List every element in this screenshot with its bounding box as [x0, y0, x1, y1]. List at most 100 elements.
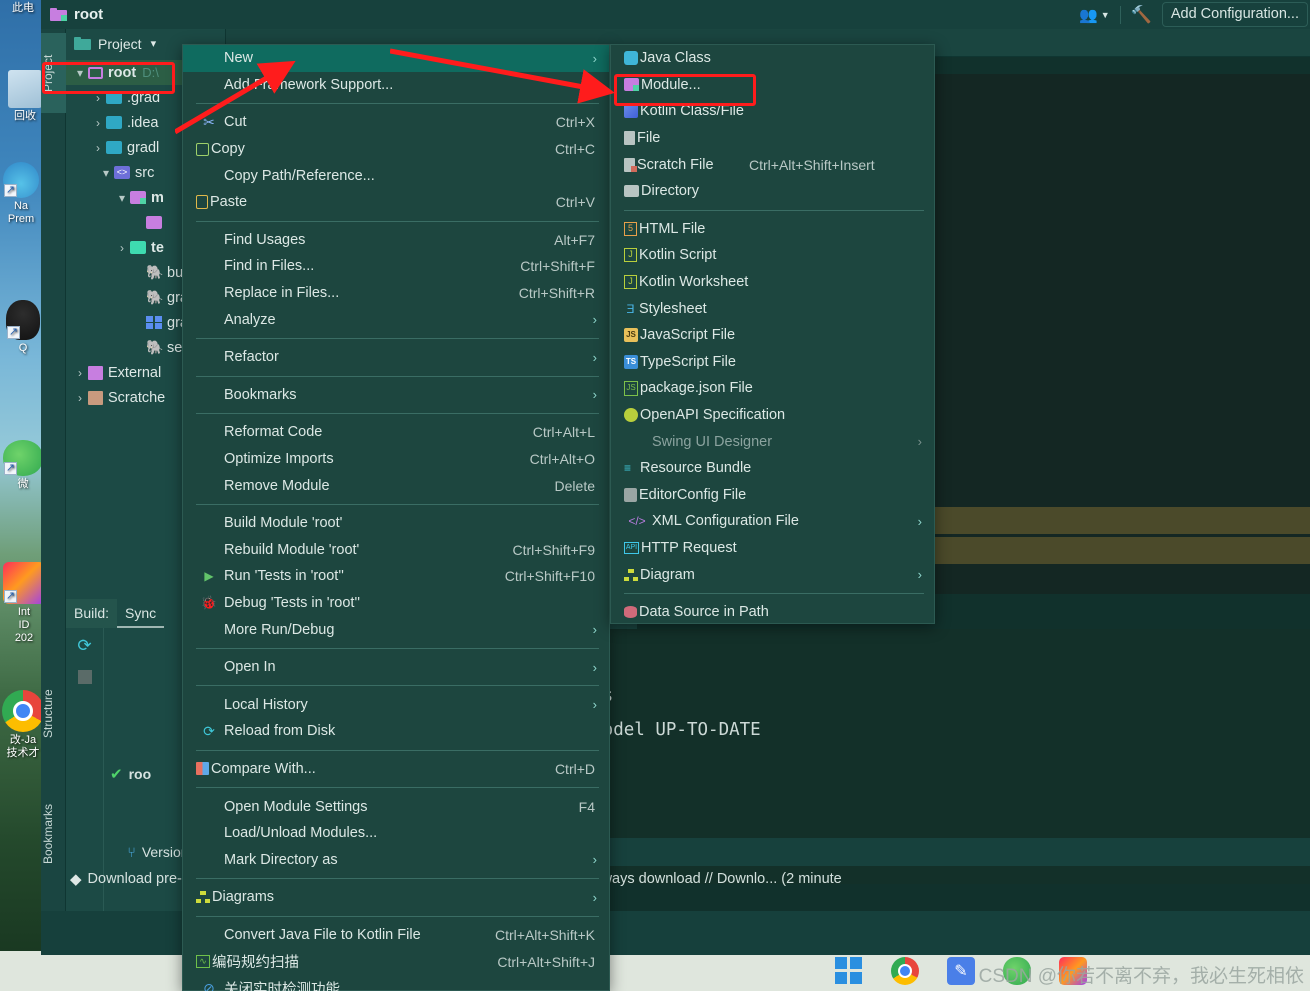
submenu-item-package-json-file[interactable]: JS package.json File — [611, 375, 934, 402]
menu-item-compare-with[interactable]: Compare With... Ctrl+D — [183, 756, 609, 783]
menu-item-label: Local History — [224, 696, 308, 713]
submenu-item-directory[interactable]: Directory — [611, 178, 934, 205]
tab-sync[interactable]: Sync — [117, 602, 165, 628]
submenu-item-file[interactable]: File — [611, 125, 934, 152]
menu-item-find-usages[interactable]: Find Usages Alt+F7 — [183, 227, 609, 254]
rerun-icon[interactable]: ⟳ — [74, 636, 96, 658]
menu-item-debug-tests[interactable]: 🐞 Debug 'Tests in 'root'' — [183, 590, 609, 617]
menu-item-accel: Ctrl+X — [555, 114, 595, 131]
chevron-down-icon[interactable]: ▾ — [98, 166, 114, 180]
menu-item-refactor[interactable]: Refactor › — [183, 344, 609, 371]
menu-item-find-in-files[interactable]: Find in Files... Ctrl+Shift+F — [183, 253, 609, 280]
menu-item-remove-module[interactable]: Remove Module Delete — [183, 472, 609, 499]
menu-item-mark-directory-as[interactable]: Mark Directory as › — [183, 846, 609, 873]
submenu-item-javascript-file[interactable]: JS JavaScript File — [611, 322, 934, 349]
menu-item-label: More Run/Debug — [224, 621, 335, 638]
submenu-item-http-request[interactable]: API HTTP Request — [611, 535, 934, 562]
menu-item-replace-in-files[interactable]: Replace in Files... Ctrl+Shift+R — [183, 280, 609, 307]
menu-icon-placeholder — [196, 658, 222, 676]
editor-icon[interactable]: ✎ — [947, 957, 975, 985]
menu-item-more-run-debug[interactable]: More Run/Debug › — [183, 616, 609, 643]
chevron-down-icon[interactable]: ▾ — [72, 66, 88, 80]
submenu-item-module[interactable]: Module... — [611, 72, 934, 99]
submenu-item-swing-ui-designer[interactable]: Swing UI Designer › — [611, 428, 934, 455]
submenu-item-java-class[interactable]: Java Class — [611, 45, 934, 72]
chevron-down-icon[interactable]: ▾ — [114, 191, 130, 205]
chevron-right-icon[interactable]: › — [90, 141, 106, 155]
menu-item-bookmarks[interactable]: Bookmarks › — [183, 382, 609, 409]
start-icon[interactable] — [835, 957, 863, 985]
toolstrip-project[interactable]: Project — [41, 33, 66, 113]
menu-item-load-unload-modules[interactable]: Load/Unload Modules... — [183, 820, 609, 847]
menu-item-label: Refactor — [224, 349, 279, 366]
menu-item-accel: Ctrl+Alt+Shift+K — [495, 926, 595, 943]
add-configuration-button[interactable]: Add Configuration... — [1161, 2, 1308, 27]
menu-item-optimize-imports[interactable]: Optimize Imports Ctrl+Alt+O — [183, 446, 609, 473]
chevron-right-icon[interactable]: › — [114, 241, 130, 255]
menu-item-run-tests[interactable]: ▶ Run 'Tests in 'root'' Ctrl+Shift+F10 — [183, 563, 609, 590]
submenu-item-resource-bundle[interactable]: ≡ Resource Bundle — [611, 455, 934, 482]
menu-item-disable-realtime-detection[interactable]: ⊘ 关闭实时检测功能 — [183, 975, 609, 991]
menu-item-rebuild-module[interactable]: Rebuild Module 'root' Ctrl+Shift+F9 — [183, 537, 609, 564]
menu-item-label: Mark Directory as — [224, 851, 338, 868]
stop-icon[interactable] — [77, 670, 92, 684]
menu-item-cut[interactable]: ✂ Cut Ctrl+X — [183, 109, 609, 136]
menu-item-label: 关闭实时检测功能 — [224, 981, 340, 991]
submenu-item-stylesheet[interactable]: Ǝ Stylesheet — [611, 295, 934, 322]
submenu-item-kotlin-worksheet[interactable]: J Kotlin Worksheet — [611, 269, 934, 296]
submenu-item-openapi-specification[interactable]: OpenAPI Specification — [611, 402, 934, 429]
user-group-icon[interactable]: 👥 ▼ — [1079, 6, 1110, 24]
menu-item-code-convention-scan[interactable]: ∿ 编码规约扫描 Ctrl+Alt+Shift+J — [183, 948, 609, 975]
menu-item-copy[interactable]: Copy Ctrl+C — [183, 136, 609, 163]
menu-item-copy-path-reference[interactable]: Copy Path/Reference... — [183, 162, 609, 189]
menu-item-open-in[interactable]: Open In › — [183, 654, 609, 681]
submenu-item-typescript-file[interactable]: TS TypeScript File — [611, 349, 934, 376]
submenu-item-diagram[interactable]: Diagram › — [611, 561, 934, 588]
chevron-right-icon: › — [592, 312, 597, 328]
menu-item-build-module[interactable]: Build Module 'root' — [183, 510, 609, 537]
shortcut-arrow-icon: ↗ — [7, 326, 20, 339]
menu-item-label: Rebuild Module 'root' — [224, 541, 360, 558]
menu-item-convert-java-to-kotlin[interactable]: Convert Java File to Kotlin File Ctrl+Al… — [183, 922, 609, 949]
submenu-item-kotlin-script[interactable]: J Kotlin Script — [611, 242, 934, 269]
menu-item-paste[interactable]: Paste Ctrl+V — [183, 189, 609, 216]
tree-node-label: .grad — [127, 89, 161, 106]
menu-item-diagrams[interactable]: Diagrams › — [183, 884, 609, 911]
menu-item-reload-from-disk[interactable]: ⟳ Reload from Disk — [183, 718, 609, 745]
menu-separator — [196, 503, 599, 505]
toolstrip-structure[interactable]: Structure — [41, 674, 66, 754]
menu-item-add-framework-support[interactable]: Add Framework Support... — [183, 72, 609, 99]
menu-item-label: Cut — [224, 114, 247, 131]
menu-item-reformat-code[interactable]: Reformat Code Ctrl+Alt+L — [183, 419, 609, 446]
chevron-right-icon[interactable]: › — [90, 91, 106, 105]
menu-item-label: Add Framework Support... — [224, 76, 394, 93]
submenu-item-html-file[interactable]: 5 HTML File — [611, 216, 934, 243]
chevron-right-icon: › — [917, 567, 922, 583]
scan-icon: ∿ — [196, 955, 210, 969]
menu-item-new[interactable]: New › — [183, 45, 609, 72]
submenu-item-xml-configuration-file[interactable]: </> XML Configuration File › — [611, 508, 934, 535]
css-icon: Ǝ — [626, 301, 635, 316]
chevron-right-icon[interactable]: › — [90, 116, 106, 130]
chevron-down-icon[interactable]: ▾ — [151, 37, 157, 50]
ide-toolbar: root 👥 ▼ 🔨 Add Configuration... — [41, 0, 1310, 29]
submenu-item-scratch-file[interactable]: Scratch File Ctrl+Alt+Shift+Insert — [611, 151, 934, 178]
chevron-right-icon[interactable]: › — [72, 366, 88, 380]
menu-item-open-module-settings[interactable]: Open Module Settings F4 — [183, 793, 609, 820]
submenu-item-data-source-in-path[interactable]: Data Source in Path — [611, 599, 934, 626]
menu-item-local-history[interactable]: Local History › — [183, 691, 609, 718]
build-hammer-icon[interactable]: 🔨 — [1131, 5, 1152, 25]
submenu-item-editorconfig-file[interactable]: EditorConfig File — [611, 482, 934, 509]
menu-icon-placeholder — [196, 798, 222, 816]
submenu-item-kotlin-class-file[interactable]: Kotlin Class/File — [611, 98, 934, 125]
toolstrip-bookmarks[interactable]: Bookmarks — [41, 789, 66, 879]
menu-item-analyze[interactable]: Analyze › — [183, 306, 609, 333]
menu-separator — [196, 647, 599, 649]
left-toolwindow-strip: Project Structure Bookmarks — [41, 29, 66, 911]
module-folder-icon — [50, 8, 67, 21]
build-result-label: roo — [128, 765, 152, 782]
submenu-item-label: Scratch File — [637, 156, 714, 173]
menu-item-label: Copy — [211, 141, 245, 158]
chrome-icon[interactable] — [891, 957, 919, 985]
chevron-right-icon[interactable]: › — [72, 391, 88, 405]
